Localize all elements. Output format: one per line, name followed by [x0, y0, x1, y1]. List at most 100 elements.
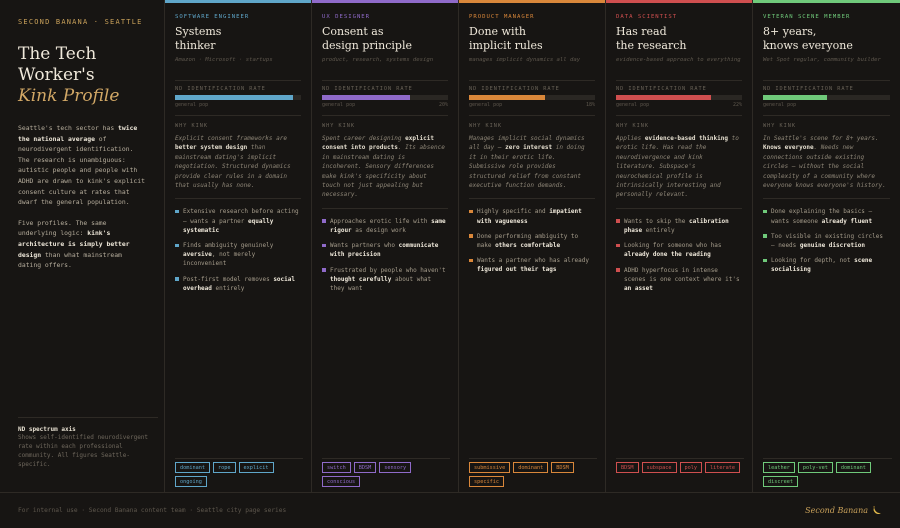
tag-chip[interactable]: BDSM — [551, 462, 574, 473]
profile-title-line-1: Done with — [469, 25, 526, 38]
nd-meter-section: ND identification rate general pop 22% — [616, 80, 742, 108]
bullet-highlight: thought carefully — [330, 275, 392, 283]
tag-chip[interactable]: poly-vet — [797, 462, 833, 473]
why-kink-label: Why kink — [616, 123, 649, 129]
profile-title: Consent as design principle — [322, 25, 448, 52]
bullet-text: Wants partners who — [330, 242, 399, 250]
brand[interactable]: Second Banana — [805, 505, 882, 517]
why-kink-text: In Seattle's scene for 8+ years. Knows e… — [763, 134, 890, 190]
tag-chip[interactable]: sensory — [379, 462, 412, 473]
tag-chip[interactable]: dominant — [835, 462, 871, 473]
tag-chip[interactable]: discreet — [763, 476, 798, 487]
meter-scale: general pop 22% — [616, 102, 742, 108]
page-title: The Tech Worker's Kink Profile — [18, 44, 146, 107]
meter-scale: general pop — [763, 102, 890, 108]
profile-columns: Software engineer Systems thinker Amazon · … — [165, 0, 900, 492]
legend-description: Shows self-identified neurodivergent rat… — [18, 434, 149, 468]
bullet-item: Extensive research before acting — wants… — [175, 207, 301, 235]
why-kink-text: Explicit consent frameworks are better s… — [175, 134, 301, 190]
tag-list: BDSM subspace poly literate — [616, 458, 744, 473]
profile-title-line-2: thinker — [175, 38, 216, 52]
eyebrow: Second Banana · Seattle — [18, 18, 143, 26]
bullet-highlight: already fluent — [821, 217, 873, 225]
kink-highlight: evidence-based thinking — [644, 135, 728, 142]
intro-paragraph-1: Seattle's tech sector has twice the nati… — [18, 123, 146, 208]
nd-meter-fill — [175, 95, 294, 100]
nd-meter-section: ND identification rate general pop 20% — [322, 80, 448, 108]
profile-subtitle: manages implicit dynamics all day — [469, 57, 581, 63]
accent-bar — [459, 0, 605, 3]
nd-meter-section: ND identification rate general pop — [175, 80, 301, 108]
tag-chip[interactable]: leather — [763, 462, 795, 473]
bullet-text: entirely — [211, 284, 245, 292]
tag-chip[interactable]: ongoing — [175, 476, 207, 487]
tag-chip[interactable]: subspace — [641, 462, 677, 473]
tag-chip[interactable]: BDSM — [616, 462, 639, 473]
profile-column: Product manager Done with implicit rules ma… — [459, 0, 606, 492]
nd-meter-fill — [322, 95, 411, 100]
tag-chip[interactable]: literate — [705, 462, 740, 473]
tag-chip[interactable]: submissive — [469, 462, 511, 473]
tag-chip[interactable]: conscious — [322, 476, 361, 487]
title-line-2: Worker's — [18, 65, 95, 85]
profile-column: Software engineer Systems thinker Amazon · … — [165, 0, 312, 492]
meter-label: ND identification rate — [763, 86, 854, 92]
accent-bar — [312, 0, 458, 3]
bullet-item: Wants partners who communicate with prec… — [322, 241, 448, 259]
profile-title-line-2: the research — [616, 38, 687, 52]
meter-scale-left: general pop — [175, 102, 209, 108]
tag-chip[interactable]: dominant — [513, 462, 549, 473]
profile-title: 8+ years, knows everyone — [763, 25, 890, 52]
tag-list: dominant rope explicit ongoing — [175, 458, 303, 487]
profile-title-line-1: Consent as — [322, 25, 384, 38]
page: Second Banana · Seattle The Tech Worker'… — [0, 0, 900, 528]
kink-highlight: better system design — [175, 144, 248, 152]
nd-meter-section: ND identification rate general pop 18% — [469, 80, 595, 108]
profile-subtitle: product, research, systems design — [322, 57, 434, 63]
bullet-item: Finds ambiguity genuinely aversive, not … — [175, 241, 301, 269]
tag-list: submissive dominant BDSM specific — [469, 458, 597, 487]
role-label: UX designer — [322, 14, 371, 20]
nd-meter — [469, 95, 595, 100]
meter-scale: general pop 20% — [322, 102, 448, 108]
kink-text: . Its absence in mainstream dating is in… — [322, 144, 445, 199]
why-kink-text: Manages implicit social dynamics all day… — [469, 134, 595, 190]
bullet-text: as design work — [351, 227, 406, 235]
bullet-highlight: already done the reading — [624, 251, 711, 259]
bullet-highlight: genuine discretion — [799, 242, 865, 250]
role-label: Product manager — [469, 14, 535, 20]
footer-text: For internal use · Second Banana content… — [18, 507, 287, 514]
bullet-highlight: an asset — [624, 285, 653, 293]
profile-title-line-2: implicit rules — [469, 38, 543, 52]
profile-subtitle: Amazon · Microsoft · startups — [175, 57, 273, 63]
bullet-item: Wants a partner who has already figured … — [469, 256, 595, 274]
bullet-item: Looking for depth, not scene socialising — [763, 256, 890, 274]
tag-chip[interactable]: BDSM — [353, 462, 377, 473]
bullet-item: Wants to skip the calibration phase enti… — [616, 217, 742, 235]
tag-chip[interactable]: specific — [469, 476, 504, 487]
bullet-list: Extensive research before acting — wants… — [175, 198, 301, 293]
bullet-list: Highly specific and impatient with vague… — [469, 198, 595, 274]
title-line-1: The Tech — [18, 44, 97, 64]
profile-title-line-1: Systems — [175, 25, 222, 38]
tag-chip[interactable]: dominant — [175, 462, 210, 473]
bullet-item: Looking for someone who has already done… — [616, 241, 742, 259]
tag-chip[interactable]: poly — [679, 462, 702, 473]
tag-list: leather poly-vet dominant discreet — [763, 458, 892, 487]
tag-chip[interactable]: explicit — [238, 462, 274, 473]
intro-panel: Second Banana · Seattle The Tech Worker'… — [0, 0, 165, 492]
meter-scale-right: 18% — [585, 102, 595, 108]
role-label: Data scientist — [616, 14, 678, 20]
why-kink-label: Why kink — [322, 123, 355, 129]
why-kink-label: Why kink — [763, 123, 796, 129]
bullet-text: Finds ambiguity genuinely — [183, 242, 274, 250]
tag-chip[interactable]: switch — [322, 462, 351, 473]
meter-scale-left: general pop — [322, 102, 356, 108]
bullet-text: entirely — [642, 227, 675, 235]
bullet-text: Wants a partner who has already — [477, 257, 589, 265]
bullet-text: Wants to skip the — [624, 217, 690, 225]
bullet-list: Approaches erotic life with same rigour … — [322, 207, 448, 294]
bullet-item: Frustrated by people who haven't thought… — [322, 266, 448, 294]
nd-meter-fill — [616, 95, 711, 100]
tag-chip[interactable]: rope — [213, 462, 236, 473]
